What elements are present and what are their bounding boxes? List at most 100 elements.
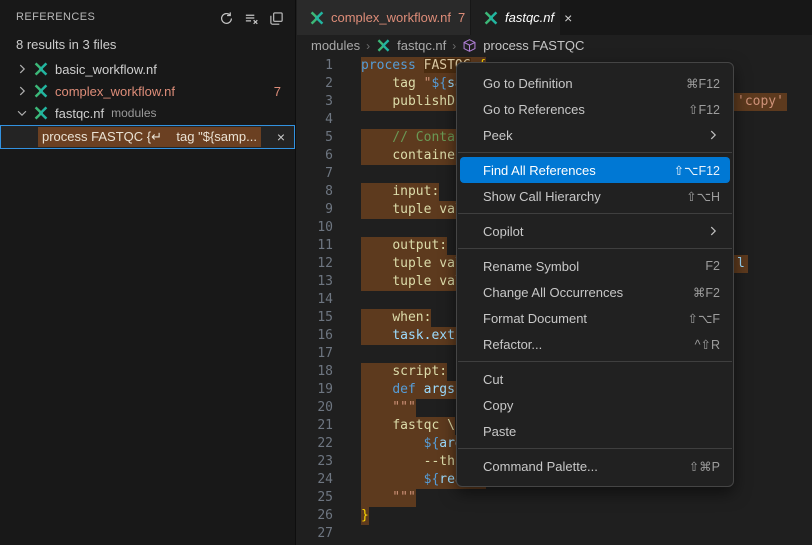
nextflow-file-icon [483,10,499,26]
menu-item-peek[interactable]: Peek [457,122,733,148]
nextflow-file-icon [33,61,50,77]
menu-item-shortcut: ⇧⌥F12 [674,163,720,178]
reference-result-item[interactable]: process FASTQC {↵ tag "${samp... × [0,125,295,149]
menu-item-copilot[interactable]: Copilot [457,218,733,244]
vscode-window: REFERENCES 8 results in 3 files basic_wo… [0,0,812,545]
code-text: script: [361,363,447,381]
code-text: } [361,507,369,525]
line-number: 5 [297,129,333,147]
references-panel-header: REFERENCES [0,0,295,34]
line-number: 8 [297,183,333,201]
tree-item-fastqc-nf[interactable]: fastqc.nf modules [0,102,295,124]
nextflow-file-icon [309,10,325,26]
line-number: 7 [297,165,333,183]
tab-label: complex_workflow.nf [331,10,451,25]
breadcrumb-folder[interactable]: modules [311,38,360,53]
line-number: 26 [297,507,333,525]
code-text: """ [361,399,416,417]
breadcrumb-symbol[interactable]: process FASTQC [483,38,584,53]
menu-item-label: Refactor... [483,337,695,352]
menu-separator [458,213,732,214]
menu-item-label: Show Call Hierarchy [483,189,686,204]
menu-item-copy[interactable]: Copy [457,392,733,418]
menu-item-go-to-references[interactable]: Go to References⇧F12 [457,96,733,122]
menu-separator [458,248,732,249]
chevron-right-icon[interactable] [15,61,33,77]
line-number: 9 [297,201,333,219]
collapse-all-icon[interactable] [267,9,285,27]
code-line-26[interactable]: 26} [297,507,812,525]
panel-title: REFERENCES [16,11,95,23]
menu-item-cut[interactable]: Cut [457,366,733,392]
line-number: 16 [297,327,333,345]
menu-item-rename-symbol[interactable]: Rename SymbolF2 [457,253,733,279]
line-number: 11 [297,237,333,255]
menu-item-shortcut: F2 [705,259,720,273]
line-number: 2 [297,75,333,93]
chevron-right-icon[interactable] [15,83,33,99]
menu-item-find-all-references[interactable]: Find All References⇧⌥F12 [460,157,730,183]
menu-item-label: Paste [483,424,720,439]
submenu-chevron-icon [706,224,720,238]
line-number: 15 [297,309,333,327]
results-tree: basic_workflow.nf complex_workflow.nf 7 fas… [0,58,295,124]
tree-item-basic_workflow-nf[interactable]: basic_workflow.nf [0,58,295,80]
menu-item-command-palette[interactable]: Command Palette...⇧⌘P [457,453,733,479]
menu-item-shortcut: ⇧⌥H [686,189,720,204]
menu-item-label: Peek [483,128,706,143]
menu-item-shortcut: ⌘F2 [693,285,720,300]
menu-item-label: Rename Symbol [483,259,705,274]
code-fragment: l [734,255,748,273]
menu-item-label: Format Document [483,311,687,326]
file-path-description: modules [111,106,156,120]
code-line-27[interactable]: 27 [297,525,812,543]
editor-group: complex_workflow.nf 7 fastqc.nf × module… [297,0,812,545]
line-number: 21 [297,417,333,435]
line-number: 3 [297,93,333,111]
menu-item-label: Go to References [483,102,688,117]
clear-results-icon[interactable] [242,9,260,27]
file-name: complex_workflow.nf [55,84,175,99]
tab-close-icon[interactable]: × [564,10,572,26]
line-number: 25 [297,489,333,507]
file-name: basic_workflow.nf [55,62,157,77]
breadcrumb-separator-icon: › [452,39,456,53]
reference-match-text: process FASTQC {↵ tag "${samp... [38,127,261,147]
menu-item-show-call-hierarchy[interactable]: Show Call Hierarchy⇧⌥H [457,183,733,209]
nextflow-file-icon [33,105,50,121]
menu-item-refactor[interactable]: Refactor...^⇧R [457,331,733,357]
menu-item-format-document[interactable]: Format Document⇧⌥F [457,305,733,331]
code-text: output: [361,237,447,255]
submenu-chevron-icon [706,128,720,142]
file-name: fastqc.nf [55,106,104,121]
breadcrumb: modules › fastqc.nf › process FASTQC [297,35,812,56]
breadcrumb-file[interactable]: fastqc.nf [397,38,446,53]
line-number: 20 [297,399,333,417]
menu-item-paste[interactable]: Paste [457,418,733,444]
result-count-badge: 7 [274,84,281,99]
dismiss-reference-icon[interactable]: × [277,129,285,145]
tab-problem-badge: 7 [458,10,465,25]
panel-toolbar [217,9,285,27]
results-summary: 8 results in 3 files [16,37,116,52]
nextflow-file-icon [33,83,50,99]
line-number: 12 [297,255,333,273]
tab-fastqc[interactable]: fastqc.nf × [471,0,560,35]
tree-item-complex_workflow-nf[interactable]: complex_workflow.nf 7 [0,80,295,102]
tab-label: fastqc.nf [505,10,554,25]
menu-item-shortcut: ⌘F12 [686,76,720,91]
code-text: when: [361,309,431,327]
code-text: input: [361,183,439,201]
chevron-down-icon[interactable] [15,105,33,121]
menu-item-go-to-definition[interactable]: Go to Definition⌘F12 [457,70,733,96]
line-number: 17 [297,345,333,363]
refresh-icon[interactable] [217,9,235,27]
menu-item-label: Change All Occurrences [483,285,693,300]
symbol-namespace-icon [462,38,479,54]
breadcrumb-separator-icon: › [366,39,370,53]
editor-tab-bar: complex_workflow.nf 7 fastqc.nf × [297,0,812,35]
menu-item-change-all-occurrences[interactable]: Change All Occurrences⌘F2 [457,279,733,305]
tab-complex-workflow[interactable]: complex_workflow.nf 7 [297,0,471,35]
editor-context-menu: Go to Definition⌘F12Go to References⇧F12… [456,62,734,487]
code-line-25[interactable]: 25 """ [297,489,812,507]
